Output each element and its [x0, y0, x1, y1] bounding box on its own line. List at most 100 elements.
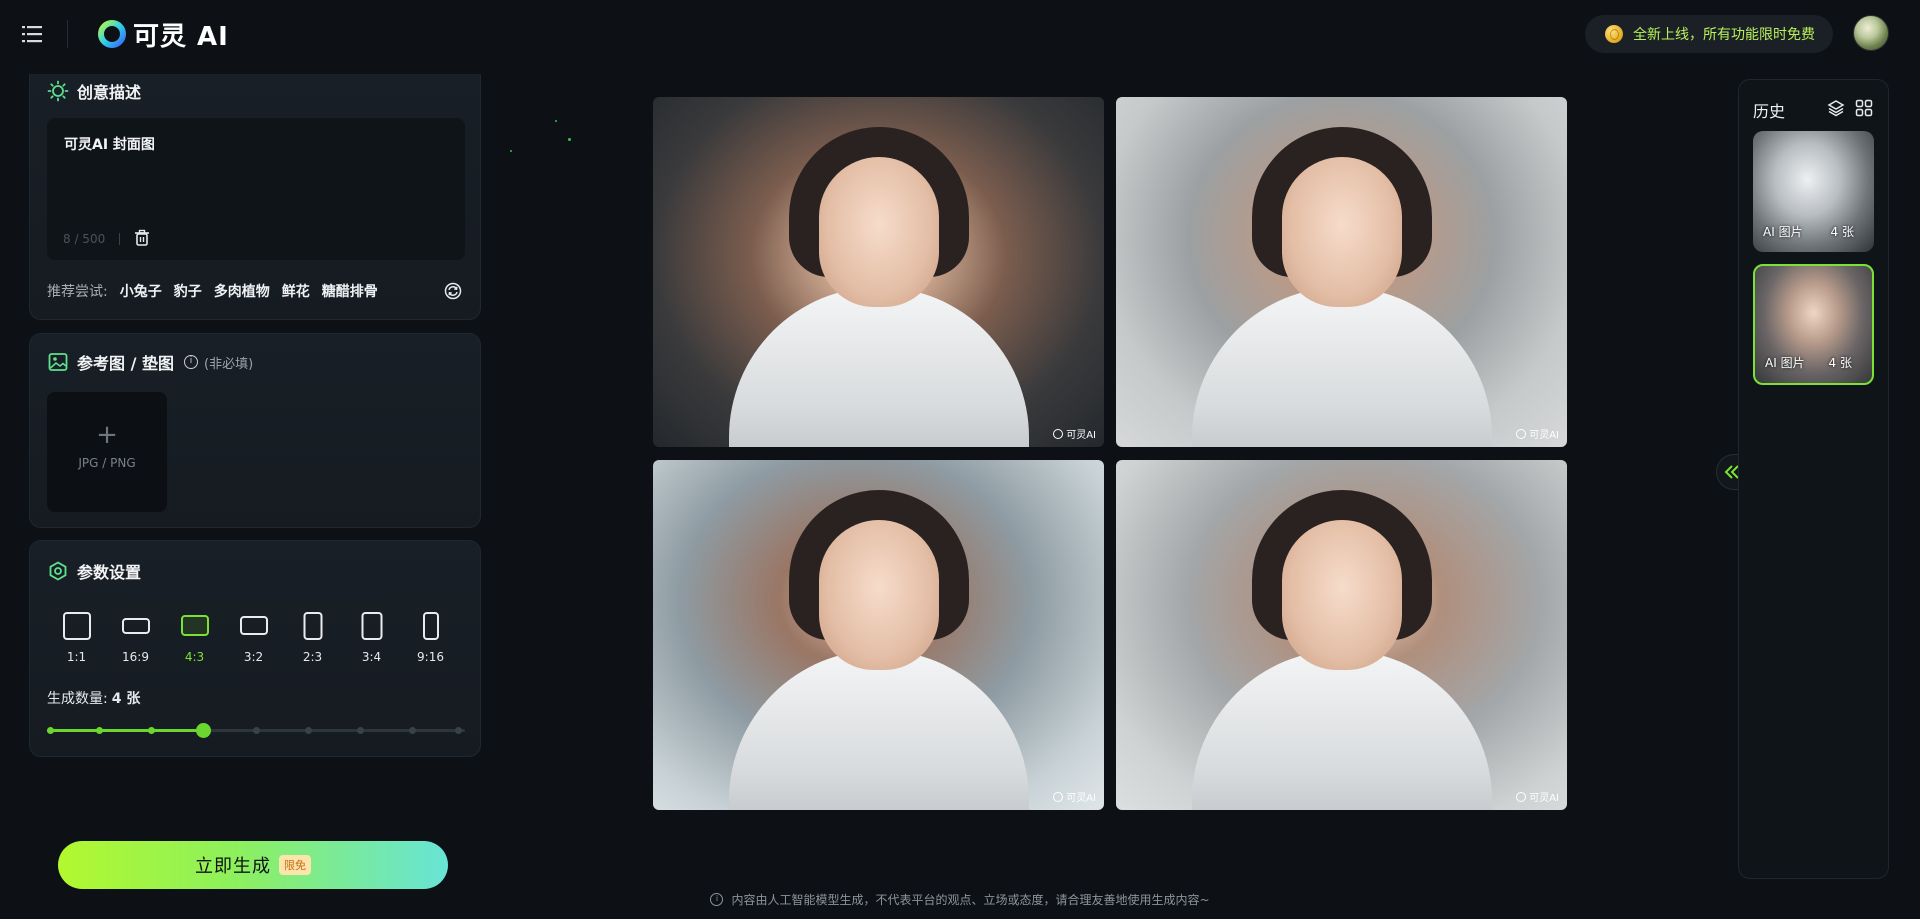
free-badge: 限免 [279, 855, 311, 875]
app-logo[interactable]: 可灵 AI [97, 18, 229, 52]
decor-sparkle [555, 120, 557, 122]
ratio-label: 1:1 [66, 650, 87, 664]
user-avatar[interactable] [1853, 15, 1889, 51]
promo-banner[interactable]: 全新上线，所有功能限时免费 [1585, 15, 1833, 53]
sun-icon [47, 80, 69, 102]
watermark: 可灵AI [1053, 426, 1096, 441]
slider-step[interactable] [252, 727, 260, 734]
suggestion-chip[interactable]: 糖醋排骨 [322, 281, 378, 301]
params-title: 参数设置 [77, 563, 142, 582]
hexagon-settings-icon [47, 560, 69, 582]
ratio-shape-icon [180, 615, 209, 636]
history-item-label: AI 图片 [1765, 356, 1805, 370]
suggestion-chip[interactable]: 多肉植物 [214, 281, 270, 301]
prompt-title: 创意描述 [77, 83, 142, 102]
ratio-option-1-1[interactable]: 1:1 [47, 608, 106, 666]
image-figure [728, 287, 1029, 447]
suggest-label: 推荐尝试: [47, 284, 108, 300]
ratio-shape-icon [239, 616, 268, 635]
generated-image-1[interactable]: 可灵AI [653, 97, 1104, 447]
prompt-textarea[interactable]: 可灵AI 封面图 8 / 500 [47, 118, 465, 260]
params-card-title: 参数设置 [47, 559, 141, 583]
slider-step[interactable] [95, 727, 103, 734]
ratio-option-2-3[interactable]: 2:3 [283, 608, 342, 666]
reference-card: 参考图 / 垫图 i (非必填) + JPG / PNG [29, 333, 481, 528]
app-name: 可灵 AI [133, 21, 229, 52]
layers-icon[interactable] [1827, 99, 1845, 117]
history-panel: 历史 AI 图片 4 张 AI 图片 4 张 [1738, 79, 1889, 879]
watermark: 可灵AI [1516, 426, 1559, 441]
trash-icon[interactable] [134, 229, 150, 247]
char-count: 8 / 500 [63, 232, 106, 246]
watermark: 可灵AI [1053, 789, 1096, 804]
generated-image-2[interactable]: 可灵AI [1116, 97, 1567, 447]
generated-image-3[interactable]: 可灵AI [653, 460, 1104, 810]
ratio-shape-icon [361, 612, 382, 640]
image-figure [1191, 650, 1492, 810]
count-label-row: 生成数量: 4 张 [47, 688, 140, 708]
count-slider[interactable] [47, 723, 465, 739]
slider-step[interactable] [357, 727, 364, 734]
prompt-value[interactable]: 可灵AI 封面图 [64, 134, 155, 154]
slider-fill [47, 729, 204, 732]
history-item[interactable]: AI 图片 4 张 [1753, 264, 1874, 385]
grid-icon[interactable] [1855, 99, 1873, 117]
upload-hint: JPG / PNG [78, 456, 136, 470]
suggestion-chip[interactable]: 鲜花 [282, 281, 310, 301]
count-value: 4 张 [111, 691, 141, 707]
ratio-option-3-4[interactable]: 3:4 [342, 608, 401, 666]
ratio-label: 3:2 [243, 650, 264, 664]
slider-step[interactable] [454, 727, 462, 734]
promo-text: 全新上线，所有功能限时免费 [1633, 27, 1815, 43]
slider-step[interactable] [148, 727, 155, 734]
history-item[interactable]: AI 图片 4 张 [1753, 131, 1874, 252]
history-title: 历史 [1753, 102, 1786, 121]
reference-title: 参考图 / 垫图 [77, 354, 174, 373]
info-icon: i [710, 893, 724, 906]
top-bar: 可灵 AI 全新上线，所有功能限时免费 [0, 0, 1920, 68]
slider-step[interactable] [47, 727, 54, 734]
ratio-option-9-16[interactable]: 9:16 [401, 608, 460, 666]
slider-step[interactable] [304, 727, 312, 734]
image-face [818, 157, 939, 307]
ratio-option-3-2[interactable]: 3:2 [224, 608, 283, 666]
count-label: 生成数量: [47, 691, 108, 707]
plus-icon: + [96, 420, 118, 450]
slider-step[interactable] [409, 727, 417, 734]
ratio-option-16-9[interactable]: 16:9 [106, 608, 165, 666]
coin-icon [1605, 25, 1623, 43]
logo-icon [98, 20, 126, 48]
reference-card-title: 参考图 / 垫图 i (非必填) [47, 350, 253, 374]
prompt-card-title: 创意描述 [47, 79, 141, 103]
prompt-card: 创意描述 可灵AI 封面图 8 / 500 推荐尝试: 小兔子 豹子 多肉植物 … [29, 74, 481, 320]
ratio-shape-icon [121, 618, 150, 634]
image-face [1281, 157, 1402, 307]
params-card: 参数设置 1:1 16:9 4:3 3:2 2:3 3:4 9:16 生成数量:… [29, 540, 481, 757]
suggestion-chip[interactable]: 小兔子 [120, 281, 162, 301]
ratio-label: 16:9 [122, 650, 149, 664]
image-upload-area[interactable]: + JPG / PNG [47, 392, 167, 512]
top-divider [67, 20, 68, 48]
history-item-count: 4 张 [1830, 225, 1854, 239]
ratio-label: 9:16 [417, 650, 444, 664]
ratio-shape-icon [303, 612, 322, 640]
refresh-icon[interactable] [444, 282, 462, 300]
suggestion-chip[interactable]: 豹子 [174, 281, 202, 301]
image-face [818, 520, 939, 670]
image-figure [728, 650, 1029, 810]
ratio-label: 4:3 [184, 650, 205, 664]
generate-button[interactable]: 立即生成 限免 [58, 841, 448, 889]
generated-image-4[interactable]: 可灵AI [1116, 460, 1567, 810]
decor-sparkle [510, 150, 512, 152]
count-divider [119, 233, 120, 245]
menu-icon[interactable] [22, 24, 44, 44]
decor-sparkle [568, 138, 571, 141]
ratio-label: 3:4 [361, 650, 382, 664]
slider-handle[interactable] [196, 723, 212, 738]
ratio-shape-icon [62, 612, 91, 640]
watermark: 可灵AI [1516, 789, 1559, 804]
ratio-option-4-3[interactable]: 4:3 [165, 608, 224, 666]
info-icon[interactable]: i [184, 355, 198, 369]
image-icon [47, 351, 69, 373]
image-figure [1191, 287, 1492, 447]
